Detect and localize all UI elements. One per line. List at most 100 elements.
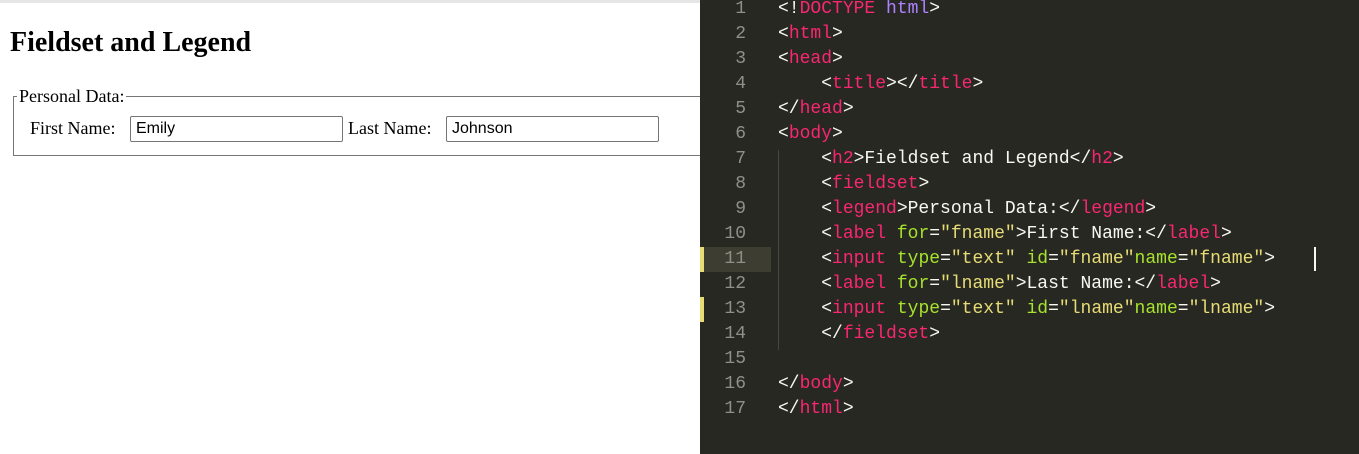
code-text: <input type="text" id="lname"name="lname…	[778, 297, 1275, 322]
code-line[interactable]: 16 </body>	[700, 372, 1359, 397]
code-token: "lname"	[940, 274, 1016, 294]
code-token: >	[842, 374, 854, 394]
last-name-label: Last Name:	[348, 118, 432, 138]
code-token: <	[778, 124, 789, 144]
code-token: >	[1112, 149, 1124, 169]
code-token: "fname"	[940, 224, 1016, 244]
line-number: 3	[735, 49, 746, 69]
code-token: title	[918, 74, 973, 94]
code-token: legend	[1080, 199, 1146, 219]
code-token: type	[896, 249, 941, 269]
code-line[interactable]: 17 </html>	[700, 397, 1359, 422]
code-token: id	[1026, 249, 1049, 269]
code-token: id	[1026, 299, 1049, 319]
code-line[interactable]: 2 <html>	[700, 22, 1359, 47]
code-token: for	[896, 274, 930, 294]
line-number: 5	[735, 99, 746, 119]
code-token: label	[832, 224, 887, 244]
code-token: >Personal Data:</	[896, 199, 1081, 219]
page-heading: Fieldset and Legend	[10, 27, 252, 58]
code-text: <label for="lname">Last Name:</label>	[778, 272, 1221, 297]
code-editor[interactable]: 1 <!DOCTYPE html> 2 <html> 3 <head> 4 <title><…	[700, 0, 1359, 454]
line-number: 10	[724, 224, 746, 244]
code-token: "text"	[950, 299, 1016, 319]
code-token: type	[896, 299, 941, 319]
code-text: <label for="fname">First Name:</label>	[778, 222, 1232, 247]
line-number: 14	[724, 324, 746, 344]
first-name-input[interactable]	[130, 116, 343, 142]
code-token: html	[886, 0, 930, 19]
code-token: >	[1210, 274, 1221, 294]
fieldset-legend: Personal Data:	[17, 86, 127, 107]
line-number: 2	[735, 24, 746, 44]
code-line[interactable]: 13 <input type="text" id="lname"name="ln…	[700, 297, 1359, 322]
code-token: >Fieldset and Legend</	[853, 149, 1092, 169]
code-token: input	[832, 299, 887, 319]
code-line[interactable]: 1 <!DOCTYPE html>	[700, 0, 1359, 22]
indent-guide	[778, 150, 779, 350]
code-line[interactable]: 11 <input type="text" id="fname"name="fn…	[700, 247, 1359, 272]
code-token: body	[788, 124, 833, 144]
code-token: h2	[1091, 149, 1113, 169]
code-token: <	[778, 199, 833, 219]
code-token: =	[1177, 299, 1189, 319]
line-number: 7	[735, 149, 746, 169]
code-token: label	[1156, 274, 1211, 294]
code-token: "fname"	[1188, 249, 1265, 269]
last-name-input[interactable]	[446, 116, 659, 142]
code-token: <	[778, 249, 833, 269]
code-line[interactable]: 10 <label for="fname">First Name:</label…	[700, 222, 1359, 247]
code-token: </	[778, 399, 800, 419]
code-token: <	[778, 149, 833, 169]
code-token: >	[832, 124, 843, 144]
code-token: =	[1048, 299, 1059, 319]
code-token: <!	[778, 0, 800, 19]
code-text: <input type="text" id="fname"name="fname…	[778, 247, 1275, 272]
code-token: >	[832, 24, 843, 44]
code-line[interactable]: 6 <body>	[700, 122, 1359, 147]
line-number: 9	[735, 199, 746, 219]
code-line[interactable]: 5 </head>	[700, 97, 1359, 122]
code-token: =	[940, 299, 951, 319]
line-number: 1	[735, 0, 746, 19]
code-token: >	[842, 399, 854, 419]
code-token: h2	[832, 149, 854, 169]
code-token: <	[778, 74, 833, 94]
code-token: >	[1264, 299, 1276, 319]
code-token: >	[918, 174, 930, 194]
code-token: name	[1134, 249, 1178, 269]
code-token: <	[778, 299, 833, 319]
code-text: </fieldset>	[778, 322, 940, 347]
code-token: =	[1177, 249, 1189, 269]
code-line[interactable]: 14 </fieldset>	[700, 322, 1359, 347]
code-line[interactable]: 4 <title></title>	[700, 72, 1359, 97]
code-token: "lname"	[1058, 299, 1135, 319]
code-token: <	[778, 274, 833, 294]
code-line[interactable]: 3 <head>	[700, 47, 1359, 72]
line-number: 16	[724, 374, 746, 394]
code-text: <body>	[778, 122, 843, 147]
code-token: fieldset	[832, 174, 919, 194]
code-text: </body>	[778, 372, 854, 397]
code-token: legend	[832, 199, 897, 219]
code-token: ></	[886, 74, 919, 94]
code-line[interactable]: 8 <fieldset>	[700, 172, 1359, 197]
code-line[interactable]: 12 <label for="lname">Last Name:</label>	[700, 272, 1359, 297]
code-token: fieldset	[842, 324, 930, 344]
code-token: <	[778, 174, 833, 194]
code-token: for	[896, 224, 930, 244]
code-text: <h2>Fieldset and Legend</h2>	[778, 147, 1124, 172]
code-line[interactable]: 15	[700, 347, 1359, 372]
code-token: </	[778, 374, 800, 394]
code-line[interactable]: 7 <h2>Fieldset and Legend</h2>	[700, 147, 1359, 172]
code-token: input	[832, 249, 887, 269]
code-text: <head>	[778, 47, 843, 72]
code-token: head	[788, 49, 833, 69]
code-token: label	[1166, 224, 1221, 244]
code-line[interactable]: 9 <legend>Personal Data:</legend>	[700, 197, 1359, 222]
code-token: >	[972, 74, 984, 94]
